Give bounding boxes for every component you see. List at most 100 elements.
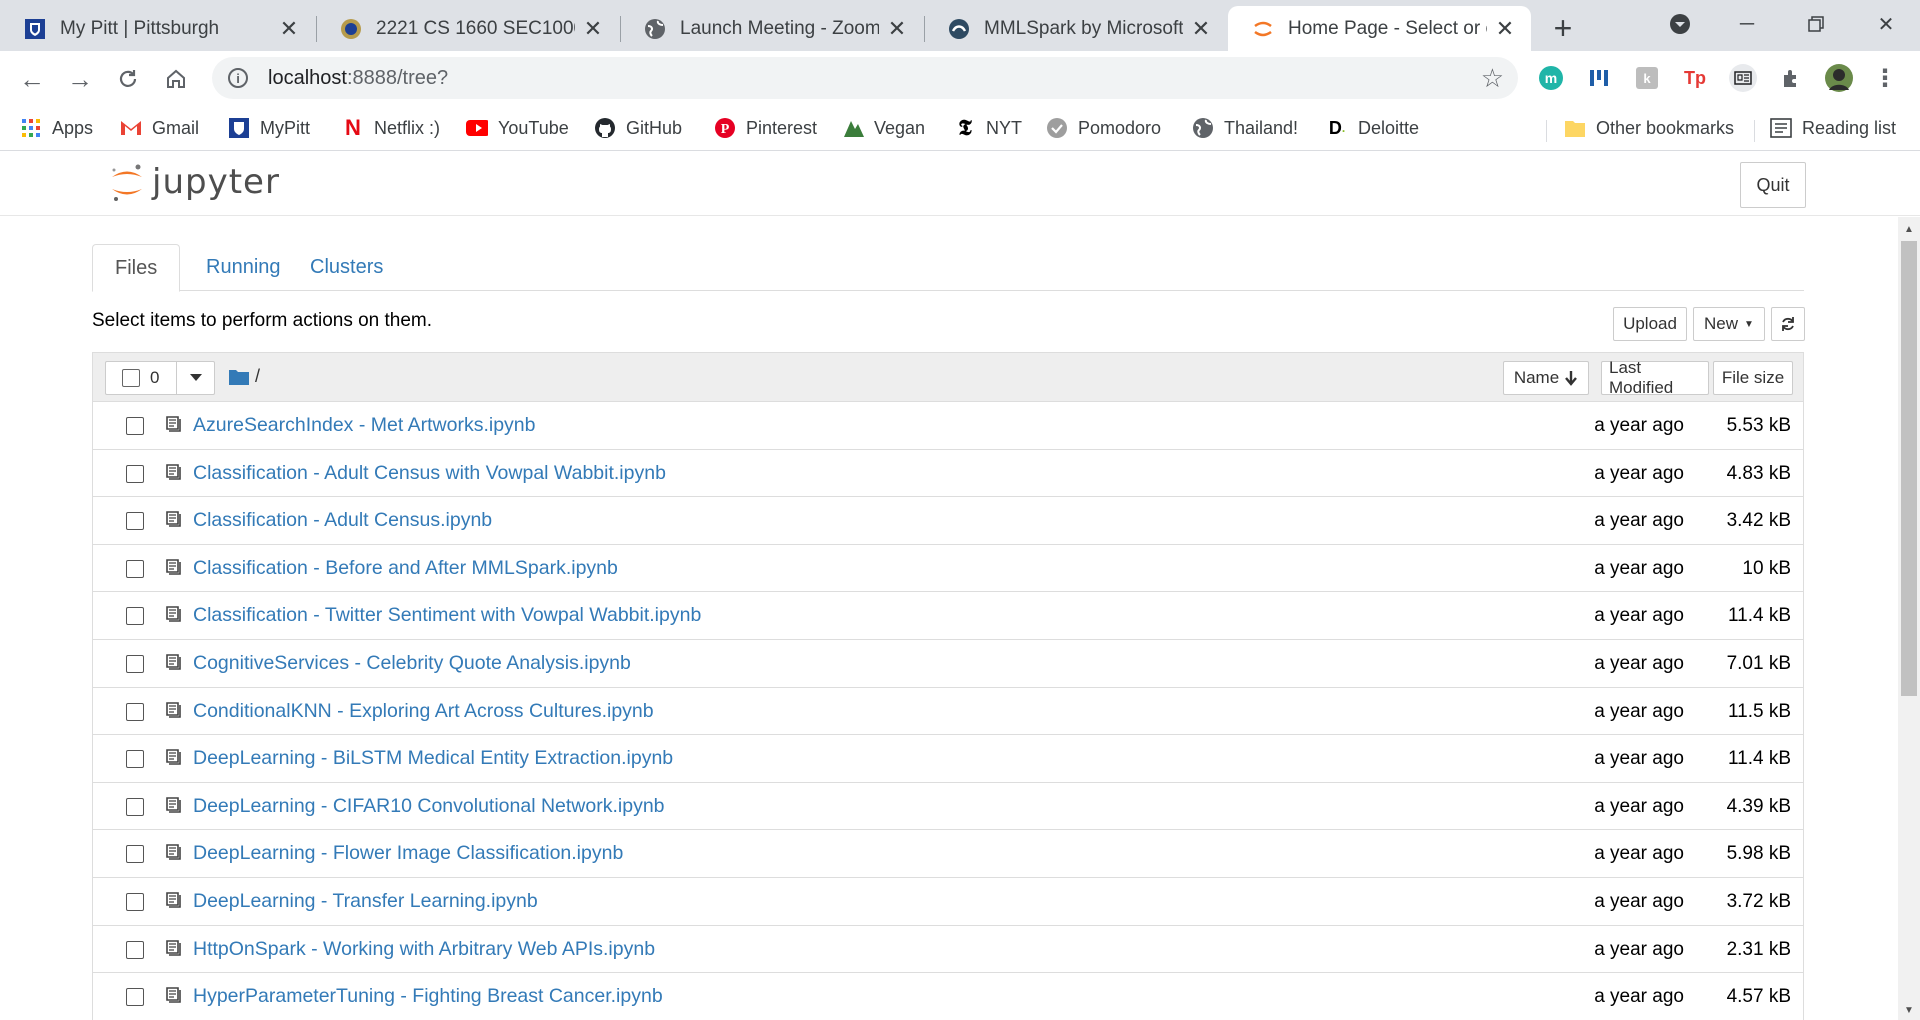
bookmark-gmail[interactable]: Gmail <box>120 114 199 142</box>
browser-tab-mypitt[interactable]: My Pitt | Pittsburgh ✕ <box>0 6 315 51</box>
extension-m-icon[interactable]: m <box>1536 63 1566 93</box>
new-button[interactable]: New ▼ <box>1693 307 1765 341</box>
extension-bars-icon[interactable] <box>1584 63 1614 93</box>
bookmark-other[interactable]: Other bookmarks <box>1564 114 1734 142</box>
breadcrumb-root[interactable]: / <box>255 366 260 387</box>
profile-avatar[interactable] <box>1824 63 1854 93</box>
scroll-up-arrow[interactable]: ▲ <box>1898 219 1920 239</box>
browser-tab-zoom[interactable]: Launch Meeting - Zoom ✕ <box>620 6 923 51</box>
sort-by-name-button[interactable]: Name <box>1503 361 1589 395</box>
reading-list-button[interactable]: Reading list <box>1770 114 1896 142</box>
bookmark-github[interactable]: GitHub <box>594 114 682 142</box>
browser-menu-icon[interactable]: ⋮ <box>1870 63 1900 93</box>
page-scrollbar[interactable]: ▲ ▼ <box>1898 217 1920 1020</box>
folder-icon[interactable] <box>229 369 249 385</box>
close-window-button[interactable]: ✕ <box>1856 6 1916 42</box>
file-checkbox[interactable] <box>126 512 144 531</box>
file-row[interactable]: CognitiveServices - Celebrity Quote Anal… <box>93 639 1803 688</box>
new-tab-button[interactable]: + <box>1545 10 1581 46</box>
file-name-link[interactable]: HttpOnSpark - Working with Arbitrary Web… <box>193 938 655 961</box>
file-row[interactable]: DeepLearning - BiLSTM Medical Entity Ext… <box>93 735 1803 783</box>
bookmark-vegan[interactable]: Vegan <box>842 114 925 142</box>
refresh-button[interactable] <box>1771 307 1805 341</box>
close-tab-icon[interactable]: ✕ <box>1493 16 1517 41</box>
bookmark-nyt[interactable]: 𝕿 NYT <box>954 114 1022 142</box>
file-checkbox[interactable] <box>126 892 144 911</box>
file-name-link[interactable]: HyperParameterTuning - Fighting Breast C… <box>193 985 663 1008</box>
scroll-down-arrow[interactable]: ▼ <box>1898 1000 1920 1020</box>
file-checkbox[interactable] <box>126 417 144 435</box>
select-all-control[interactable]: 0 <box>105 361 215 395</box>
file-checkbox[interactable] <box>126 607 144 626</box>
close-tab-icon[interactable]: ✕ <box>277 16 301 41</box>
extension-tp-icon[interactable]: Tp <box>1680 63 1710 93</box>
minimize-window-button[interactable]: ─ <box>1717 6 1777 42</box>
file-name-link[interactable]: DeepLearning - CIFAR10 Convolutional Net… <box>193 795 665 818</box>
file-checkbox[interactable] <box>126 702 144 721</box>
file-checkbox[interactable] <box>126 940 144 959</box>
bookmark-pomodoro[interactable]: Pomodoro <box>1046 114 1161 142</box>
file-checkbox[interactable] <box>126 845 144 864</box>
reload-button[interactable] <box>110 61 146 97</box>
jupyter-logo[interactable]: jupyter <box>110 162 280 202</box>
bookmark-apps[interactable]: Apps <box>20 114 93 142</box>
bookmark-thailand[interactable]: Thailand! <box>1192 114 1298 142</box>
tab-running[interactable]: Running <box>184 244 303 291</box>
select-all-checkbox[interactable] <box>122 369 140 387</box>
close-tab-icon[interactable]: ✕ <box>581 16 605 41</box>
bookmark-youtube[interactable]: YouTube <box>466 114 569 142</box>
file-name-link[interactable]: DeepLearning - Flower Image Classificati… <box>193 842 623 865</box>
browser-tab-jupyter[interactable]: Home Page - Select or cre ✕ <box>1228 6 1531 51</box>
file-name-link[interactable]: Classification - Before and After MMLSpa… <box>193 557 618 580</box>
close-tab-icon[interactable]: ✕ <box>885 16 909 41</box>
file-name-link[interactable]: DeepLearning - Transfer Learning.ipynb <box>193 890 538 913</box>
site-info-icon[interactable]: i <box>228 68 248 88</box>
tab-search-button[interactable] <box>1650 6 1710 42</box>
forward-button[interactable]: → <box>62 61 98 97</box>
tab-files[interactable]: Files <box>92 244 181 292</box>
file-name-link[interactable]: CognitiveServices - Celebrity Quote Anal… <box>193 652 631 675</box>
sort-by-modified-button[interactable]: Last Modified <box>1601 358 1709 397</box>
restore-window-button[interactable] <box>1786 6 1846 42</box>
file-checkbox[interactable] <box>126 654 144 673</box>
file-name-link[interactable]: Classification - Twitter Sentiment with … <box>193 604 701 627</box>
file-checkbox[interactable] <box>126 988 144 1007</box>
tab-clusters[interactable]: Clusters <box>288 244 405 291</box>
browser-tab-cs1660[interactable]: 2221 CS 1660 SEC1000 IN ✕ <box>316 6 619 51</box>
file-row[interactable]: DeepLearning - Flower Image Classificati… <box>93 830 1803 878</box>
file-name-link[interactable]: ConditionalKNN - Exploring Art Across Cu… <box>193 700 654 723</box>
file-row[interactable]: Classification - Adult Census with Vowpa… <box>93 449 1803 498</box>
sort-by-size-button[interactable]: File size <box>1713 361 1793 395</box>
extensions-puzzle-icon[interactable] <box>1776 63 1806 93</box>
upload-button[interactable]: Upload <box>1613 307 1687 341</box>
file-name-link[interactable]: Classification - Adult Census with Vowpa… <box>193 462 666 485</box>
file-checkbox[interactable] <box>126 797 144 816</box>
scrollbar-thumb[interactable] <box>1901 241 1917 696</box>
browser-tab-mmlspark[interactable]: MMLSpark by Microsoft | ✕ <box>924 6 1227 51</box>
file-name-link[interactable]: AzureSearchIndex - Met Artworks.ipynb <box>193 414 535 437</box>
bookmark-netflix[interactable]: N Netflix :) <box>342 114 440 142</box>
home-button[interactable] <box>158 61 194 97</box>
file-row[interactable]: DeepLearning - Transfer Learning.ipynb a … <box>93 877 1803 926</box>
file-row[interactable]: Classification - Twitter Sentiment with … <box>93 592 1803 640</box>
file-row[interactable]: HttpOnSpark - Working with Arbitrary Web… <box>93 925 1803 974</box>
bookmark-deloitte[interactable]: D. Deloitte <box>1326 114 1419 142</box>
extension-grey-icon[interactable]: k <box>1632 63 1662 93</box>
file-checkbox[interactable] <box>126 750 144 769</box>
file-row[interactable]: HyperParameterTuning - Fighting Breast C… <box>93 973 1803 1020</box>
file-name-link[interactable]: DeepLearning - BiLSTM Medical Entity Ext… <box>193 747 673 770</box>
file-row[interactable]: AzureSearchIndex - Met Artworks.ipynb a y… <box>93 402 1803 450</box>
file-row[interactable]: ConditionalKNN - Exploring Art Across Cu… <box>93 687 1803 736</box>
selection-dropdown-button[interactable] <box>176 362 214 394</box>
file-row[interactable]: DeepLearning - CIFAR10 Convolutional Net… <box>93 782 1803 831</box>
address-bar[interactable]: i localhost:8888/tree? ☆ <box>212 57 1518 99</box>
close-tab-icon[interactable]: ✕ <box>1189 16 1213 41</box>
back-button[interactable]: ← <box>14 61 50 97</box>
file-row[interactable]: Classification - Before and After MMLSpa… <box>93 544 1803 593</box>
bookmark-star-icon[interactable]: ☆ <box>1481 63 1504 94</box>
bookmark-mypitt[interactable]: MyPitt <box>228 114 310 142</box>
extension-reader-icon[interactable] <box>1728 63 1758 93</box>
bookmark-pinterest[interactable]: P Pinterest <box>714 114 817 142</box>
quit-button[interactable]: Quit <box>1740 162 1806 208</box>
file-checkbox[interactable] <box>126 464 144 483</box>
